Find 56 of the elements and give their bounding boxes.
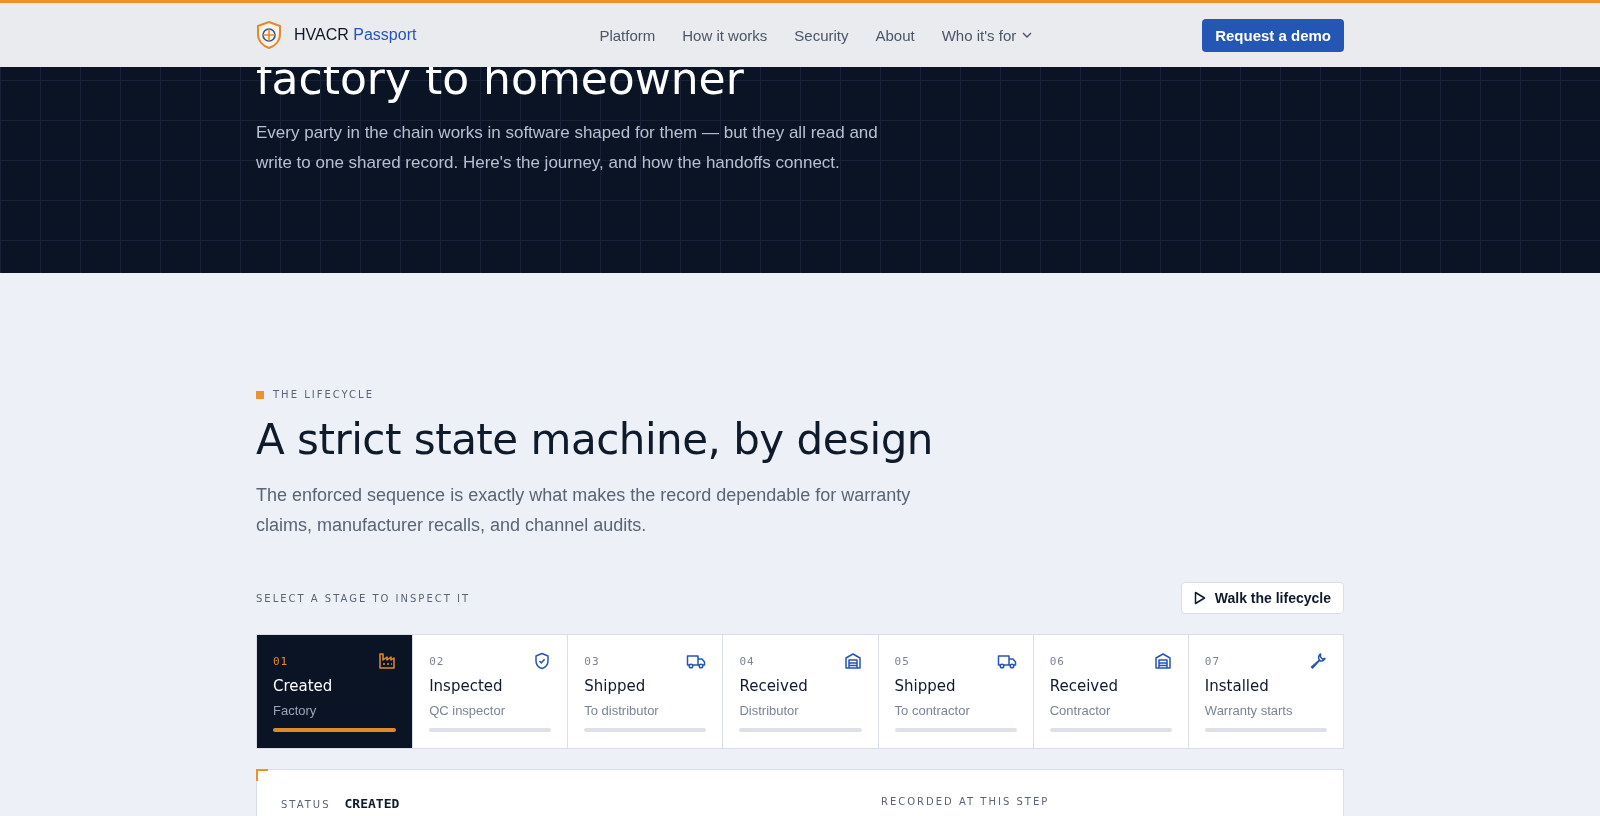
stage-number: 07: [1204, 654, 1221, 668]
factory-icon: [378, 652, 397, 670]
stage-title: Shipped: [894, 677, 957, 695]
play-icon: [1193, 591, 1206, 605]
stage-card[interactable]: 01 Created Factory: [257, 635, 413, 748]
section-text: The enforced sequence is exactly what makes the record dependable for warranty claims, manufacturer recalls, and channel audits.: [256, 484, 912, 537]
stage-number: 03: [584, 654, 600, 668]
stage-subtitle: Factory: [273, 703, 318, 718]
stage-card[interactable]: 04 Received Distributor: [722, 635, 878, 748]
nav-link[interactable]: How it works: [682, 26, 768, 44]
shield-check-icon: [533, 652, 552, 670]
recorded-label: RECORDED AT THIS STEP: [881, 796, 1050, 809]
stage-title: Shipped: [584, 677, 647, 695]
stage-subtitle: To distributor: [584, 703, 660, 718]
shield-logo-icon[interactable]: [256, 21, 282, 49]
section-heading: A strict state machine, by design: [256, 414, 934, 466]
wrench-icon: [1309, 652, 1327, 670]
square-marker-icon: [256, 390, 264, 399]
nav-link[interactable]: About: [875, 26, 915, 44]
section-eyebrow: THE LIFECYCLE: [273, 389, 374, 400]
truck-icon: [996, 653, 1017, 669]
stage-prompt: SELECT A STAGE TO INSPECT IT: [256, 592, 471, 604]
status-value: CREATED: [344, 796, 400, 811]
stage-subtitle: QC inspector: [429, 703, 506, 718]
stage-number: 04: [739, 654, 755, 668]
hero-text: Every party in the chain works in software shaped for them — but they all read and write to one shared record. Here's the journey, and how the handoffs connect.: [256, 122, 879, 174]
nav-link[interactable]: Platform: [599, 26, 656, 44]
stage-card[interactable]: 07 Installed Warranty starts: [1187, 635, 1343, 748]
stage-card[interactable]: 03 Shipped To distributor: [567, 635, 723, 748]
status-label: STATUS: [281, 799, 331, 810]
stage-number: 02: [429, 654, 445, 668]
brand-name[interactable]: HVACR Passport: [294, 26, 417, 44]
nav-link[interactable]: Who it's for: [941, 26, 1033, 44]
stage-number: 01: [273, 654, 289, 668]
warehouse-icon: [843, 652, 862, 670]
stage-title: Installed: [1204, 677, 1270, 695]
stage-card[interactable]: 05 Shipped To contractor: [877, 635, 1033, 748]
stage-number: 05: [894, 654, 910, 668]
stage-card[interactable]: 02 Inspected QC inspector: [412, 635, 568, 748]
walk-lifecycle-button[interactable]: Walk the lifecycle: [1180, 582, 1344, 614]
stage-subtitle: Distributor: [739, 703, 800, 718]
warehouse-icon: [1153, 652, 1172, 670]
stage-card[interactable]: 06 Received Contractor: [1032, 635, 1188, 748]
corner-mark-icon: [256, 769, 268, 781]
stage-subtitle: To contractor: [894, 703, 971, 718]
request-demo-button[interactable]: Request a demo: [1202, 18, 1344, 52]
stage-title: Received: [739, 677, 809, 695]
stage-title: Inspected: [429, 677, 504, 695]
nav-link[interactable]: Security: [794, 26, 849, 44]
stage-number: 06: [1049, 654, 1065, 668]
stage-title: Created: [273, 677, 334, 695]
hero-heading: factory to homeowner: [256, 52, 745, 106]
stage-subtitle: Warranty starts: [1204, 703, 1294, 718]
stage-title: Received: [1049, 677, 1119, 695]
truck-icon: [686, 653, 707, 669]
stage-subtitle: Contractor: [1049, 703, 1112, 718]
